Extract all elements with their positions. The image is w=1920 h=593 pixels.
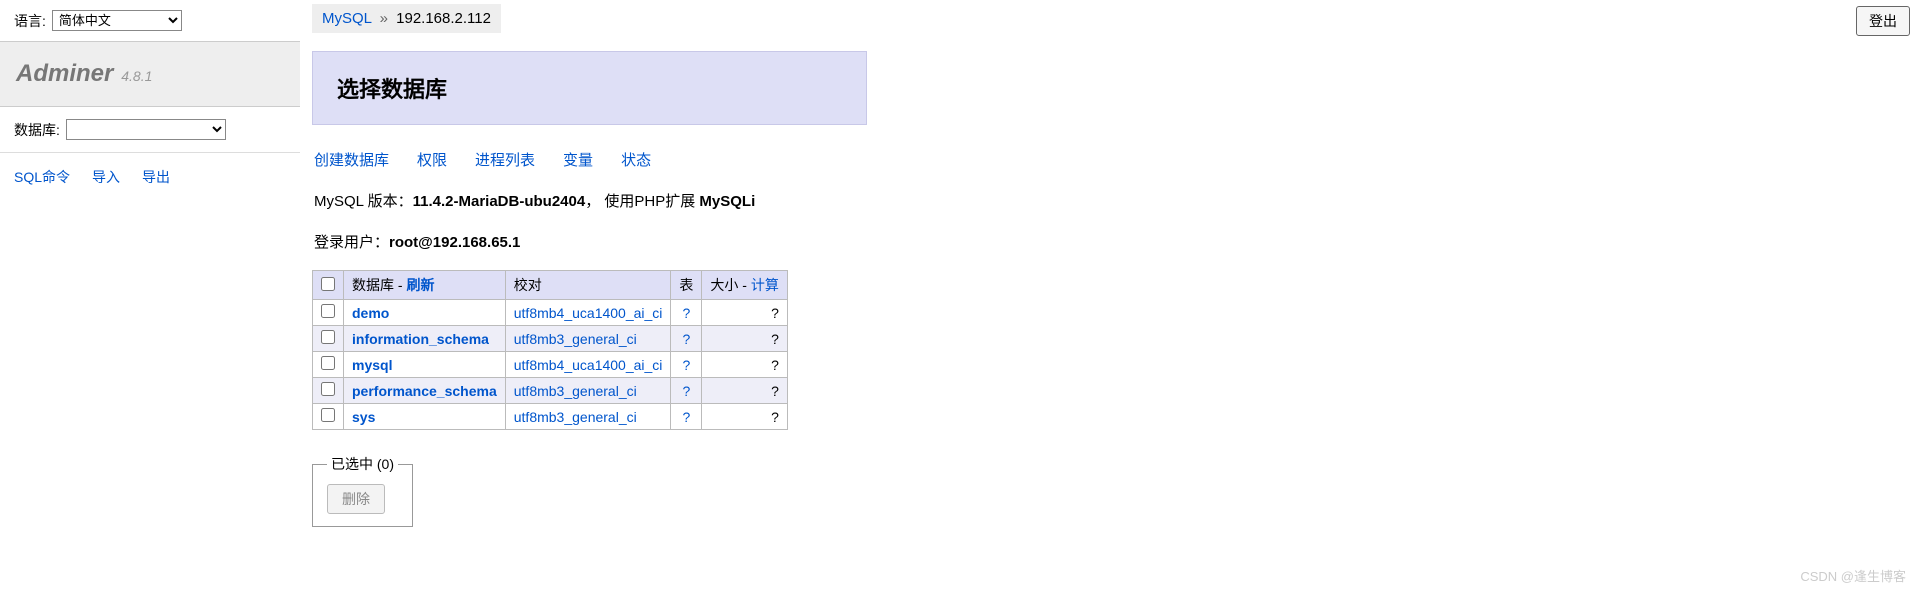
database-table: 数据库 - 刷新 校对 表 大小 - 计算 demo utf8mb4_uca140…	[312, 270, 788, 430]
page-title: 选择数据库	[337, 72, 842, 104]
row-collation-cell: utf8mb4_uca1400_ai_ci	[505, 300, 671, 326]
row-collation-cell: utf8mb3_general_ci	[505, 326, 671, 352]
row-db-name-cell: information_schema	[344, 326, 506, 352]
database-row: 数据库:	[0, 107, 300, 153]
row-size-cell: ?	[702, 378, 787, 404]
sql-command-link[interactable]: SQL命令	[14, 167, 70, 187]
breadcrumb-host: 192.168.2.112	[396, 10, 491, 27]
row-db-name-cell: performance_schema	[344, 378, 506, 404]
watermark: CSDN @逢生博客	[1800, 566, 1906, 585]
logout-button[interactable]: 登出	[1856, 6, 1910, 36]
tables-count-link[interactable]: ?	[683, 383, 691, 399]
row-size-cell: ?	[702, 404, 787, 430]
tables-count-link[interactable]: ?	[683, 409, 691, 425]
row-collation-cell: utf8mb4_uca1400_ai_ci	[505, 352, 671, 378]
table-row: performance_schema utf8mb3_general_ci??	[313, 378, 788, 404]
privileges-link[interactable]: 权限	[417, 149, 447, 170]
select-all-checkbox[interactable]	[321, 277, 335, 291]
logo-version: 4.8.1	[121, 68, 152, 84]
database-label: 数据库:	[14, 120, 60, 140]
create-database-link[interactable]: 创建数据库	[314, 149, 389, 170]
row-size-cell: ?	[702, 326, 787, 352]
sidebar: 语言: 简体中文 Adminer 4.8.1 数据库: SQL命令 导入 导出	[0, 0, 300, 593]
db-name-link[interactable]: demo	[352, 305, 389, 321]
th-size: 大小 - 计算	[702, 271, 787, 300]
table-row: information_schema utf8mb3_general_ci??	[313, 326, 788, 352]
row-db-name-cell: demo	[344, 300, 506, 326]
main-content: MySQL » 192.168.2.112 选择数据库 创建数据库 权限 进程列…	[300, 0, 1920, 593]
import-link[interactable]: 导入	[92, 167, 120, 187]
tables-count-link[interactable]: ?	[683, 305, 691, 321]
row-db-name-cell: sys	[344, 404, 506, 430]
db-name-link[interactable]: performance_schema	[352, 383, 497, 399]
th-tables: 表	[671, 271, 702, 300]
tables-count-link[interactable]: ?	[683, 331, 691, 347]
row-checkbox[interactable]	[321, 356, 335, 370]
row-checkbox[interactable]	[321, 382, 335, 396]
mysql-version: 11.4.2-MariaDB-ubu2404	[413, 193, 586, 210]
row-tables-cell: ?	[671, 352, 702, 378]
th-checkbox	[313, 271, 344, 300]
th-collation: 校对	[505, 271, 671, 300]
row-tables-cell: ?	[671, 378, 702, 404]
table-row: mysql utf8mb4_uca1400_ai_ci??	[313, 352, 788, 378]
breadcrumb: MySQL » 192.168.2.112	[312, 4, 501, 33]
breadcrumb-sep: »	[380, 10, 388, 27]
page-title-wrap: 选择数据库	[312, 51, 867, 125]
logged-user: root@192.168.65.1	[389, 234, 520, 251]
collation-link[interactable]: utf8mb3_general_ci	[514, 383, 637, 399]
logo-name: Adminer	[16, 60, 113, 87]
row-checkbox[interactable]	[321, 408, 335, 422]
row-tables-cell: ?	[671, 300, 702, 326]
collation-link[interactable]: utf8mb3_general_ci	[514, 331, 637, 347]
processlist-link[interactable]: 进程列表	[475, 149, 535, 170]
db-name-link[interactable]: sys	[352, 409, 375, 425]
row-tables-cell: ?	[671, 404, 702, 430]
action-links: 创建数据库 权限 进程列表 变量 状态	[312, 149, 1912, 170]
db-name-link[interactable]: mysql	[352, 357, 392, 373]
row-db-name-cell: mysql	[344, 352, 506, 378]
status-link[interactable]: 状态	[621, 149, 651, 170]
row-collation-cell: utf8mb3_general_ci	[505, 378, 671, 404]
row-checkbox-cell	[313, 378, 344, 404]
export-link[interactable]: 导出	[142, 167, 170, 187]
language-label: 语言:	[14, 11, 46, 31]
breadcrumb-driver[interactable]: MySQL	[322, 10, 371, 27]
compute-link[interactable]: 计算	[751, 277, 779, 293]
row-checkbox-cell	[313, 352, 344, 378]
selected-fieldset: 已选中 (0) 删除	[312, 454, 413, 527]
row-tables-cell: ?	[671, 326, 702, 352]
th-database: 数据库 - 刷新	[344, 271, 506, 300]
row-checkbox-cell	[313, 300, 344, 326]
selected-legend: 已选中 (0)	[327, 454, 398, 474]
language-select[interactable]: 简体中文	[52, 10, 182, 31]
language-row: 语言: 简体中文	[0, 0, 300, 41]
collation-link[interactable]: utf8mb4_uca1400_ai_ci	[514, 305, 663, 321]
variables-link[interactable]: 变量	[563, 149, 593, 170]
tables-count-link[interactable]: ?	[683, 357, 691, 373]
database-select[interactable]	[66, 119, 226, 140]
row-size-cell: ?	[702, 300, 787, 326]
row-size-cell: ?	[702, 352, 787, 378]
version-line: MySQL 版本：11.4.2-MariaDB-ubu2404， 使用PHP扩展…	[312, 190, 1912, 211]
row-checkbox-cell	[313, 326, 344, 352]
row-checkbox[interactable]	[321, 330, 335, 344]
delete-button[interactable]: 删除	[327, 484, 385, 514]
collation-link[interactable]: utf8mb4_uca1400_ai_ci	[514, 357, 663, 373]
logo-bar: Adminer 4.8.1	[0, 41, 300, 107]
db-name-link[interactable]: information_schema	[352, 331, 489, 347]
table-row: sys utf8mb3_general_ci??	[313, 404, 788, 430]
row-collation-cell: utf8mb3_general_ci	[505, 404, 671, 430]
row-checkbox-cell	[313, 404, 344, 430]
php-extension: MySQLi	[699, 193, 755, 210]
refresh-link[interactable]: 刷新	[406, 277, 434, 293]
collation-link[interactable]: utf8mb3_general_ci	[514, 409, 637, 425]
row-checkbox[interactable]	[321, 304, 335, 318]
database-table-body: demoutf8mb4_uca1400_ai_ci??information_s…	[313, 300, 788, 430]
table-row: demo utf8mb4_uca1400_ai_ci??	[313, 300, 788, 326]
user-line: 登录用户：root@192.168.65.1	[312, 231, 1912, 252]
sidebar-links: SQL命令 导入 导出	[0, 153, 300, 201]
